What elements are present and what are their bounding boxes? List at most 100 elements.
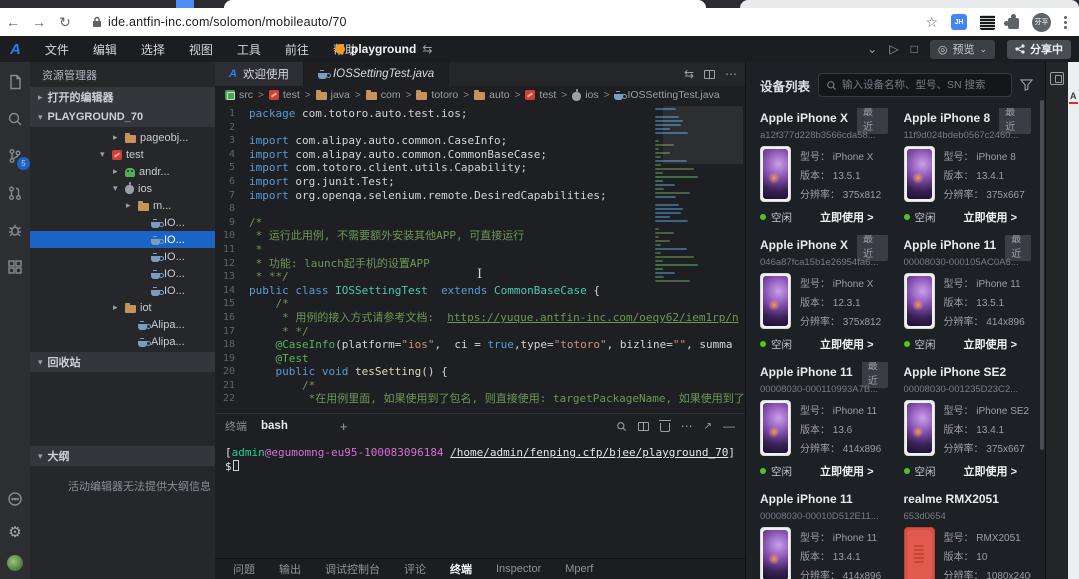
browser-other-tab[interactable] bbox=[740, 0, 1079, 8]
panel-tab-5[interactable]: Inspector bbox=[496, 563, 541, 575]
terminal-split-icon[interactable] bbox=[638, 422, 649, 431]
device-panel-toggle-icon[interactable] bbox=[1050, 72, 1064, 85]
debug-icon[interactable] bbox=[5, 220, 25, 240]
terminal-maximize-icon[interactable]: ↗ bbox=[704, 421, 712, 432]
breadcrumb-item-7[interactable]: ios bbox=[572, 89, 598, 101]
tree-item-4[interactable]: ▸m... bbox=[30, 197, 215, 214]
breadcrumb-item-4[interactable]: totoro bbox=[416, 89, 458, 101]
breadcrumb-item-1[interactable]: test bbox=[269, 89, 300, 101]
menu-item-0[interactable]: 文件 bbox=[33, 36, 81, 62]
breadcrumb-item-2[interactable]: java bbox=[316, 89, 350, 101]
tree-item-2[interactable]: ▸andr... bbox=[30, 163, 215, 180]
breadcrumb-item-8[interactable]: IOSSettingTest.java bbox=[614, 89, 719, 101]
tree-item-1[interactable]: ▾test bbox=[30, 146, 215, 163]
share-button[interactable]: 分享中 bbox=[1007, 40, 1071, 59]
panel-tab-1[interactable]: 输出 bbox=[279, 561, 301, 577]
terminal-minimize-icon[interactable]: — bbox=[723, 419, 735, 433]
extensions-puzzle-icon[interactable] bbox=[1008, 18, 1019, 29]
stop-icon[interactable]: □ bbox=[911, 42, 918, 56]
pull-request-icon[interactable] bbox=[5, 183, 25, 203]
use-now-link[interactable]: 立即使用 > bbox=[820, 336, 873, 352]
menu-item-4[interactable]: 工具 bbox=[225, 36, 273, 62]
new-terminal-icon[interactable]: + bbox=[340, 419, 348, 434]
minimap-slider[interactable] bbox=[663, 106, 743, 164]
back-icon[interactable]: ← bbox=[0, 14, 26, 30]
sync-editor-icon[interactable]: ⇆ bbox=[684, 67, 694, 81]
extension-badge-blue[interactable]: JH bbox=[951, 14, 967, 30]
url-text[interactable]: ide.antfin-inc.com/solomon/mobileauto/70 bbox=[108, 15, 347, 29]
terminal-search-icon[interactable] bbox=[616, 421, 627, 432]
bookmark-star-icon[interactable]: ☆ bbox=[925, 14, 938, 31]
tree-item-5[interactable]: IO... bbox=[30, 214, 215, 231]
device-cards: Apple iPhone X最近a12f377d228b3566cda58...… bbox=[746, 106, 1045, 579]
menu-item-2[interactable]: 选择 bbox=[129, 36, 177, 62]
section-recycle[interactable]: ▾ 回收站 bbox=[30, 352, 215, 372]
device-sn: 653d0654 bbox=[904, 511, 1032, 522]
terminal-more-icon[interactable]: ⋯ bbox=[681, 419, 693, 433]
menu-item-1[interactable]: 编辑 bbox=[81, 36, 129, 62]
status-label: 空闲 bbox=[771, 210, 792, 225]
device-search-box[interactable] bbox=[818, 73, 1012, 97]
extension-badge-black[interactable] bbox=[980, 15, 995, 30]
panel-tab-0[interactable]: 问题 bbox=[233, 561, 255, 577]
menu-item-5[interactable]: 前往 bbox=[273, 36, 321, 62]
panel-tab-4[interactable]: 终端 bbox=[450, 561, 472, 577]
browser-active-tab[interactable] bbox=[224, 0, 706, 8]
browser-menu-icon[interactable] bbox=[1064, 16, 1067, 29]
use-now-link[interactable]: 立即使用 > bbox=[820, 209, 873, 225]
tree-item-10[interactable]: ▸iot bbox=[30, 299, 215, 316]
chevron-down-icon[interactable]: ⌄ bbox=[867, 42, 877, 56]
tree-item-11[interactable]: Alipa... bbox=[30, 316, 215, 333]
explorer-icon[interactable] bbox=[5, 72, 25, 92]
java-icon bbox=[151, 273, 160, 279]
page-scrollbar[interactable]: A bbox=[1068, 62, 1079, 579]
feedback-comment-icon[interactable] bbox=[5, 489, 25, 509]
user-avatar[interactable] bbox=[7, 555, 23, 571]
device-search-input[interactable] bbox=[842, 79, 1004, 91]
code-editor[interactable]: 1package com.totoro.auto.test.ios;23impo… bbox=[215, 104, 745, 413]
breadcrumb-item-0[interactable]: src bbox=[225, 89, 253, 101]
settings-gear-icon[interactable]: ⚙ bbox=[8, 523, 21, 541]
run-icon[interactable]: ▷ bbox=[889, 42, 898, 56]
tree-item-3[interactable]: ▾ios bbox=[30, 180, 215, 197]
editor-tab-1[interactable]: IOSSettingTest.java bbox=[304, 62, 449, 86]
panel-tab-6[interactable]: Mperf bbox=[565, 563, 593, 575]
source-control-icon[interactable]: 5 bbox=[5, 146, 25, 166]
terminal-trash-icon[interactable] bbox=[660, 423, 670, 432]
tree-item-12[interactable]: Alipa... bbox=[30, 333, 215, 350]
tree-item-8[interactable]: IO... bbox=[30, 265, 215, 282]
browser-profile-avatar[interactable]: 芬平 bbox=[1032, 13, 1051, 32]
search-icon[interactable] bbox=[5, 109, 25, 129]
panel-tab-3[interactable]: 评论 bbox=[404, 561, 426, 577]
breadcrumb-item-5[interactable]: auto bbox=[474, 89, 509, 101]
tree-item-7[interactable]: IO... bbox=[30, 248, 215, 265]
breadcrumb-item-6[interactable]: test bbox=[525, 89, 556, 101]
terminal-tab-bash[interactable]: bash bbox=[261, 420, 288, 432]
editor-more-icon[interactable]: ⋯ bbox=[725, 67, 737, 81]
preview-button[interactable]: ◎ 预览 ⌄ bbox=[930, 40, 995, 59]
editor-tab-0[interactable]: A欢迎使用 bbox=[215, 62, 304, 86]
reload-icon[interactable]: ↻ bbox=[52, 14, 78, 31]
use-now-link[interactable]: 立即使用 > bbox=[964, 209, 1017, 225]
tree-item-6[interactable]: IO... bbox=[30, 231, 215, 248]
device-panel-scrollbar[interactable] bbox=[1040, 100, 1044, 450]
tree-item-9[interactable]: IO... bbox=[30, 282, 215, 299]
use-now-link[interactable]: 立即使用 > bbox=[964, 336, 1017, 352]
section-outline[interactable]: ▾ 大纲 bbox=[30, 446, 215, 466]
project-switch-icon[interactable]: ⇆ bbox=[422, 42, 432, 56]
panel-tab-2[interactable]: 调试控制台 bbox=[325, 561, 380, 577]
breadcrumb-item-3[interactable]: com bbox=[366, 89, 401, 101]
section-project[interactable]: ▾ PLAYGROUND_70 bbox=[30, 107, 215, 127]
section-open-editors[interactable]: ▸ 打开的编辑器 bbox=[30, 87, 215, 107]
project-switcher[interactable]: playground ⇆ bbox=[335, 36, 432, 62]
device-filter-icon[interactable] bbox=[1020, 79, 1033, 91]
tree-item-0[interactable]: ▸pageobj... bbox=[30, 129, 215, 146]
menu-item-3[interactable]: 视图 bbox=[177, 36, 225, 62]
split-editor-icon[interactable] bbox=[704, 70, 715, 79]
extensions-icon[interactable] bbox=[5, 257, 25, 277]
browser-tab-favicon[interactable] bbox=[176, 0, 194, 8]
use-now-link[interactable]: 立即使用 > bbox=[964, 463, 1017, 479]
terminal-output[interactable]: [admin@egumomng-eu95-100083096184 /home/… bbox=[215, 438, 745, 558]
forward-icon[interactable]: → bbox=[26, 14, 52, 30]
use-now-link[interactable]: 立即使用 > bbox=[820, 463, 873, 479]
